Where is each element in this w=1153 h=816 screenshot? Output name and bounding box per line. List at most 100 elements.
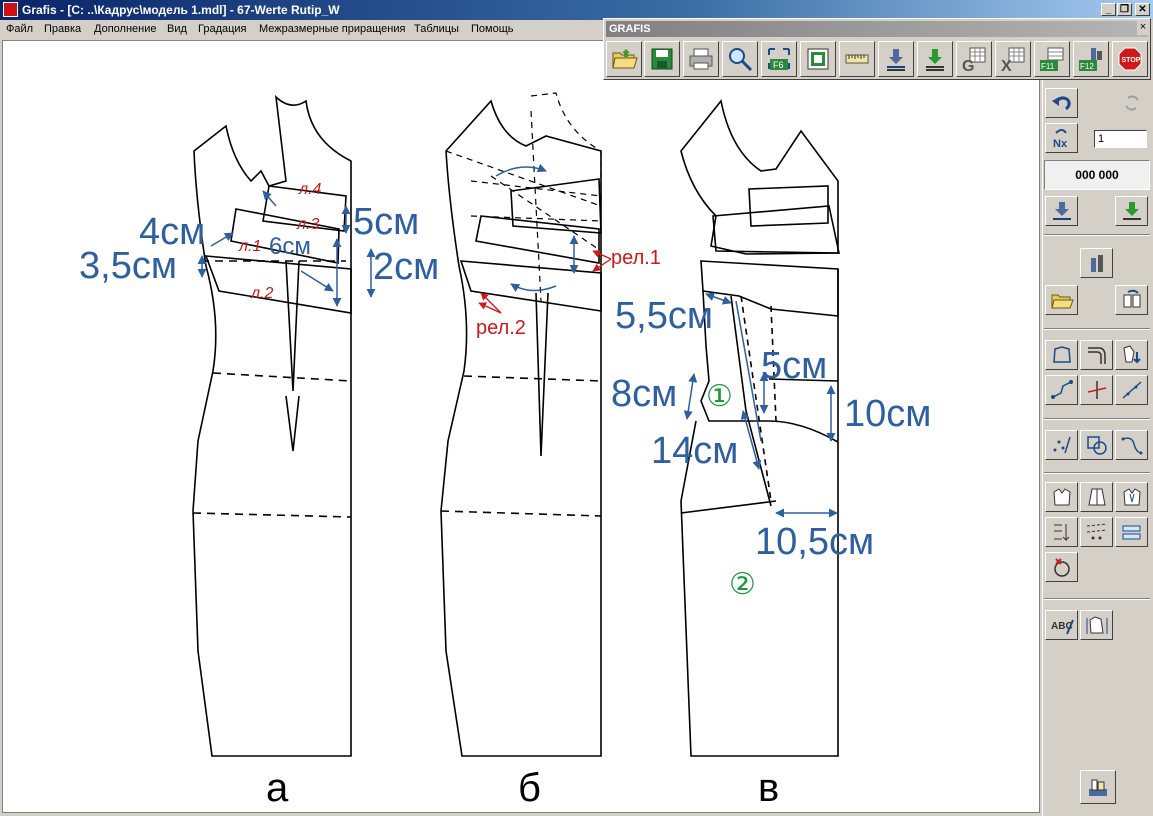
- line-segment-button[interactable]: [1115, 375, 1148, 405]
- coordinate-display: 000 000: [1044, 160, 1150, 190]
- piece-label-l4: л.4: [298, 181, 321, 198]
- pattern-layout-button[interactable]: [1080, 770, 1116, 804]
- svg-text:F6: F6: [773, 60, 784, 70]
- ruler-button[interactable]: [839, 41, 875, 77]
- piece-dimension-icon: [1086, 616, 1107, 634]
- minimize-button[interactable]: _: [1101, 3, 1116, 16]
- figure-label-a: а: [266, 766, 289, 810]
- export-down-button[interactable]: [1045, 196, 1078, 226]
- relief-label-1: рел.1: [611, 247, 661, 269]
- dim-5cm-c: 5см: [761, 345, 827, 387]
- import-button[interactable]: [917, 41, 953, 77]
- undo-button[interactable]: [1045, 88, 1078, 118]
- pattern-figure-a: [192, 94, 352, 757]
- piece-add-button[interactable]: [1115, 340, 1148, 370]
- svg-text:X: X: [1001, 58, 1012, 73]
- skirt-piece-button[interactable]: [1080, 482, 1113, 512]
- redo-button[interactable]: [1115, 88, 1148, 118]
- text-label-button[interactable]: ABC: [1045, 610, 1078, 640]
- dim-10cm: 10см: [844, 393, 931, 435]
- piece-shape-icon: [1052, 488, 1071, 506]
- f6-fit-button[interactable]: F6: [761, 41, 797, 77]
- save-button[interactable]: [644, 41, 680, 77]
- panel-separator: [1044, 598, 1150, 600]
- pattern-pieces-icon: [1090, 255, 1103, 272]
- delete-circle-button[interactable]: [1045, 552, 1078, 582]
- open-folder-button[interactable]: [606, 41, 642, 77]
- curve-button[interactable]: [1115, 430, 1148, 460]
- download-icon: [887, 49, 905, 71]
- toolbar-close-icon[interactable]: ×: [1137, 21, 1149, 35]
- svg-text:G: G: [962, 58, 974, 73]
- frame-button[interactable]: [800, 41, 836, 77]
- restore-button[interactable]: ❐: [1117, 3, 1132, 16]
- close-button[interactable]: ✕: [1135, 3, 1150, 16]
- parallel-curve-button[interactable]: [1080, 340, 1113, 370]
- zoom-icon: [729, 48, 753, 72]
- menu-help[interactable]: Помощь: [471, 23, 514, 35]
- menu-edit[interactable]: Правка: [44, 23, 81, 35]
- excel-button[interactable]: X: [995, 41, 1031, 77]
- panel-separator: [1044, 418, 1150, 420]
- window-title: Grafis - [C: ..\Кадрус\модель 1.mdl] - 6…: [22, 3, 340, 17]
- menu-view[interactable]: Вид: [167, 23, 187, 35]
- piece-label-l3: л.3: [296, 216, 319, 233]
- dart-tool-button[interactable]: [1045, 517, 1078, 547]
- nx-repeat-button[interactable]: Nx: [1045, 123, 1078, 153]
- menu-grading[interactable]: Градация: [198, 23, 247, 35]
- print-icon: [689, 48, 713, 70]
- f11-button[interactable]: F11: [1034, 41, 1070, 77]
- curve-icon: [1121, 437, 1142, 455]
- swap-pieces-button[interactable]: [1115, 285, 1148, 315]
- grafis-toolbar-title[interactable]: GRAFIS: [606, 21, 1148, 37]
- undo-icon: [1051, 96, 1071, 111]
- piece-shape-button[interactable]: [1045, 482, 1078, 512]
- notch-points-button[interactable]: [1080, 517, 1113, 547]
- panel-separator: [1044, 234, 1150, 236]
- seam-allowance-button[interactable]: [1115, 517, 1148, 547]
- menu-file[interactable]: Файл: [6, 23, 33, 35]
- import-down-button[interactable]: [1115, 196, 1148, 226]
- grafis-floating-toolbar[interactable]: GRAFIS × F6 G X F11 F12 STOP: [603, 18, 1151, 80]
- swap-pieces-icon: [1123, 289, 1140, 308]
- square-circle-icon: [1086, 436, 1107, 455]
- stop-button[interactable]: STOP: [1112, 41, 1148, 77]
- menu-intersize-increments[interactable]: Межразмерные приращения: [259, 23, 405, 35]
- point-line-button[interactable]: [1045, 375, 1078, 405]
- shapes-button[interactable]: [1080, 430, 1113, 460]
- print-button[interactable]: [683, 41, 719, 77]
- part-number-1: ①: [706, 379, 733, 414]
- import-icon: [926, 49, 944, 71]
- intersection-button[interactable]: [1080, 375, 1113, 405]
- dim-2cm: 2см: [373, 246, 439, 288]
- zoom-button[interactable]: [722, 41, 758, 77]
- scatter-points-icon: [1053, 436, 1071, 454]
- panel-separator: [1044, 328, 1150, 330]
- save-icon: [651, 48, 673, 70]
- redo-icon: [1124, 95, 1139, 111]
- pattern-layout-icon: [1089, 779, 1107, 796]
- excel-icon: X: [1001, 47, 1025, 73]
- outline-tool-button[interactable]: [1045, 340, 1078, 370]
- piece-label-l2: л.2: [250, 285, 273, 302]
- menu-addition[interactable]: Дополнение: [94, 23, 156, 35]
- dim-14cm: 14см: [651, 430, 738, 472]
- repeat-count-input[interactable]: 1: [1094, 130, 1147, 148]
- points-button[interactable]: [1045, 430, 1078, 460]
- svg-text:F11: F11: [1041, 62, 1055, 71]
- f12-button[interactable]: F12: [1073, 41, 1109, 77]
- model-pieces-button[interactable]: [1080, 248, 1113, 278]
- delete-circle-icon: [1053, 558, 1070, 577]
- menu-tables[interactable]: Таблицы: [414, 23, 459, 35]
- piece-dimension-button[interactable]: [1080, 610, 1113, 640]
- pattern-drawing: 4см 3,5см 5см 6см 2см л.4 л.3 л.1 л.2 а: [79, 92, 931, 810]
- figure-label-c: в: [758, 766, 779, 810]
- import-icon: [1122, 202, 1141, 220]
- dart-piece-button[interactable]: [1115, 482, 1148, 512]
- app-icon: [3, 2, 18, 17]
- grafis-g-button[interactable]: G: [956, 41, 992, 77]
- open-model-button[interactable]: [1045, 285, 1078, 315]
- drawing-canvas[interactable]: 4см 3,5см 5см 6см 2см л.4 л.3 л.1 л.2 а: [2, 40, 1040, 813]
- notch-points-icon: [1086, 523, 1107, 540]
- download-button[interactable]: [878, 41, 914, 77]
